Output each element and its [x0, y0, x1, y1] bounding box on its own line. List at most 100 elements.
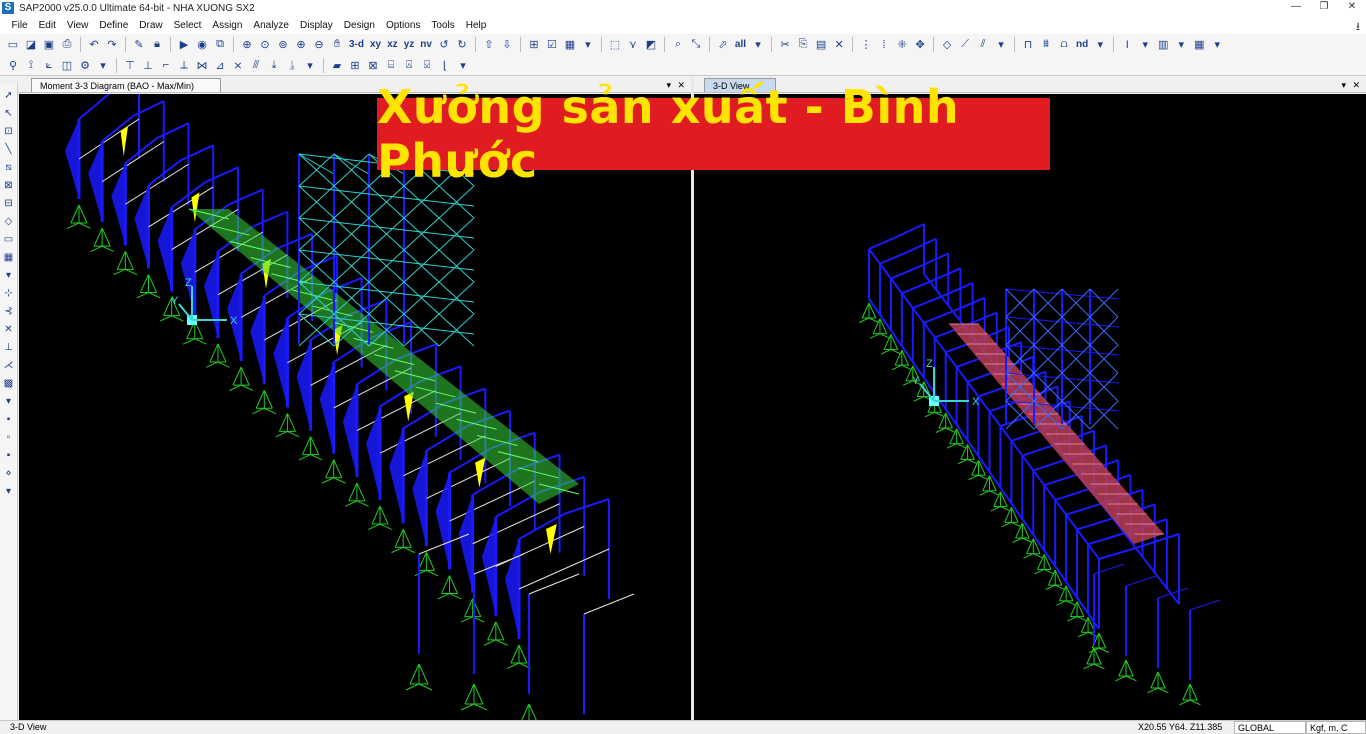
select-all-icon[interactable]: ▪	[2, 412, 16, 426]
select-all-button[interactable]: all	[735, 37, 746, 53]
intersect-line-icon[interactable]: ✕	[2, 322, 16, 336]
select-area-icon[interactable]: ▩	[2, 376, 16, 390]
close-button[interactable]: ✕	[1338, 0, 1366, 16]
draw-rect-area-icon[interactable]: ▭	[2, 232, 16, 246]
dropdown-icon[interactable]: ▾	[95, 57, 111, 73]
frame-local-icon[interactable]: ⌐	[158, 57, 174, 73]
menu-edit[interactable]: Edit	[33, 20, 61, 31]
view-3d-button[interactable]: 3-d	[349, 37, 364, 53]
display-options-icon[interactable]: ☑	[544, 37, 560, 53]
menu-tools[interactable]: Tools	[426, 20, 460, 31]
zoom-restore-icon[interactable]: ⊙	[257, 37, 273, 53]
intersect-plane-icon[interactable]: ⊥	[2, 340, 16, 354]
intersect-select-icon[interactable]: ⤡	[688, 37, 704, 53]
select-poly-icon[interactable]: ⊰	[2, 304, 16, 318]
new-model-icon[interactable]: ▭	[5, 37, 21, 53]
clear-selection-icon[interactable]: ▪	[2, 448, 16, 462]
zoom-extents-icon[interactable]: ⊚	[275, 37, 291, 53]
dropdown-icon[interactable]: ▾	[580, 37, 596, 53]
dropdown-icon[interactable]: ▾	[1209, 37, 1225, 53]
right-view-close[interactable]: ✕	[1352, 77, 1360, 93]
zoom-out-icon[interactable]: ⊖	[311, 37, 327, 53]
joint-mass-icon[interactable]: ◫	[59, 57, 75, 73]
draw-area-icon[interactable]: ◇	[2, 214, 16, 228]
copy-icon[interactable]: ⎘	[795, 37, 811, 53]
move-icon[interactable]: ✥	[912, 37, 928, 53]
menu-options[interactable]: Options	[380, 20, 425, 31]
pencil-icon[interactable]: ✎	[131, 37, 147, 53]
run-steps-icon[interactable]: ◉	[194, 37, 210, 53]
frame-output-icon[interactable]: ⟂	[176, 57, 192, 73]
frame-property-icon[interactable]: ⊿	[212, 57, 228, 73]
frame-offset-icon[interactable]: ⊥	[140, 57, 156, 73]
dropdown-icon[interactable]: ▾	[1173, 37, 1189, 53]
run-analysis-icon[interactable]: ▶	[176, 37, 192, 53]
frame-load-icon[interactable]: ⤓	[266, 57, 282, 73]
grid-icon[interactable]: ⊞	[526, 37, 542, 53]
quick-draw-frame-icon[interactable]: ⧅	[2, 160, 16, 174]
minimize-button[interactable]: —	[1282, 0, 1310, 16]
left-view-tab[interactable]: Moment 3-3 Diagram (BAO - Max/Min)	[31, 78, 221, 92]
menu-assign[interactable]: Assign	[207, 20, 248, 31]
area-local-icon[interactable]: ⌊	[437, 57, 453, 73]
pointer-icon[interactable]: ➚	[2, 88, 16, 102]
print-icon[interactable]: ⎙	[59, 37, 75, 53]
draw-joint-icon[interactable]: ⊡	[2, 124, 16, 138]
shading-icon[interactable]: ▦	[562, 37, 578, 53]
menu-draw[interactable]: Draw	[134, 20, 168, 31]
units-select[interactable]: Kgf, m, C	[1306, 721, 1366, 734]
frame-distributed-icon[interactable]: ⥕	[284, 57, 300, 73]
dropdown-icon[interactable]: ▾	[302, 57, 318, 73]
area-pressure-icon[interactable]: ⍓	[401, 57, 417, 73]
select-poly-icon[interactable]: ⋎	[625, 37, 641, 53]
analysis-options-icon[interactable]: ⧉	[212, 37, 228, 53]
view-yz-button[interactable]: yz	[404, 37, 415, 53]
view-xy-button[interactable]: xy	[370, 37, 381, 53]
dropdown-icon[interactable]: ▾	[993, 37, 1009, 53]
area-thickness-icon[interactable]: ⌸	[383, 57, 399, 73]
area-temperature-icon[interactable]: ⍌	[419, 57, 435, 73]
menu-file[interactable]: File	[6, 20, 33, 31]
menu-display[interactable]: Display	[295, 20, 339, 31]
dropdown-icon[interactable]: ▾	[750, 37, 766, 53]
divide-frames-icon[interactable]: ⁞	[876, 37, 892, 53]
joint-options-icon[interactable]: ⚙	[77, 57, 93, 73]
quick-draw-secondary-icon[interactable]: ⊟	[2, 196, 16, 210]
maximize-button[interactable]: ❐	[1310, 0, 1338, 16]
menu-view[interactable]: View	[61, 20, 94, 31]
frame-section-icon[interactable]: ⊓	[1020, 37, 1036, 53]
move-down-icon[interactable]: ⇩	[499, 37, 515, 53]
table-icon[interactable]: ▥	[1155, 37, 1171, 53]
select-window-icon[interactable]: ⊹	[2, 286, 16, 300]
undo-icon[interactable]: ↶	[86, 37, 102, 53]
view-nv-button[interactable]: nv	[420, 37, 432, 53]
snap-icon[interactable]: ⋄	[2, 466, 16, 480]
dropdown-icon[interactable]: ▾	[455, 57, 471, 73]
delete-icon[interactable]: ✕	[831, 37, 847, 53]
view-xz-button[interactable]: xz	[387, 37, 398, 53]
i-section-icon[interactable]: I	[1119, 37, 1135, 53]
dropdown-icon[interactable]: ▾	[2, 268, 16, 282]
pan-hand-icon[interactable]: ✋︎	[329, 37, 345, 53]
nd-button[interactable]: nd	[1076, 37, 1088, 53]
replicate-icon[interactable]: ⋮	[858, 37, 874, 53]
zoom-select-icon[interactable]: ⌕	[670, 37, 686, 53]
link-icon[interactable]: ⟋	[957, 37, 973, 53]
frame-auto-mesh-icon[interactable]: ⫻	[248, 57, 264, 73]
select-pointer-icon[interactable]: ⬚	[607, 37, 623, 53]
frame-hinge-icon[interactable]: ⋈	[194, 57, 210, 73]
select-window-icon[interactable]: ◩	[643, 37, 659, 53]
save-icon[interactable]: ▣	[41, 37, 57, 53]
dropdown-icon[interactable]: ▾	[1137, 37, 1153, 53]
previous-select-icon[interactable]: ▫	[2, 430, 16, 444]
quick-draw-brace-icon[interactable]: ⊠	[2, 178, 16, 192]
area-mesh-icon[interactable]: ⊞	[347, 57, 363, 73]
rotate-left-icon[interactable]: ↺	[436, 37, 452, 53]
cut-icon[interactable]: ✂	[777, 37, 793, 53]
area-icon[interactable]: ◇	[939, 37, 955, 53]
move-up-icon[interactable]: ⇧	[481, 37, 497, 53]
joint-spring-icon[interactable]: ⟟	[23, 57, 39, 73]
zoom-window-icon[interactable]: ⊕	[239, 37, 255, 53]
get-previous-selection-icon[interactable]: ⬀	[715, 37, 731, 53]
frame-release-icon[interactable]: ⊤	[122, 57, 138, 73]
